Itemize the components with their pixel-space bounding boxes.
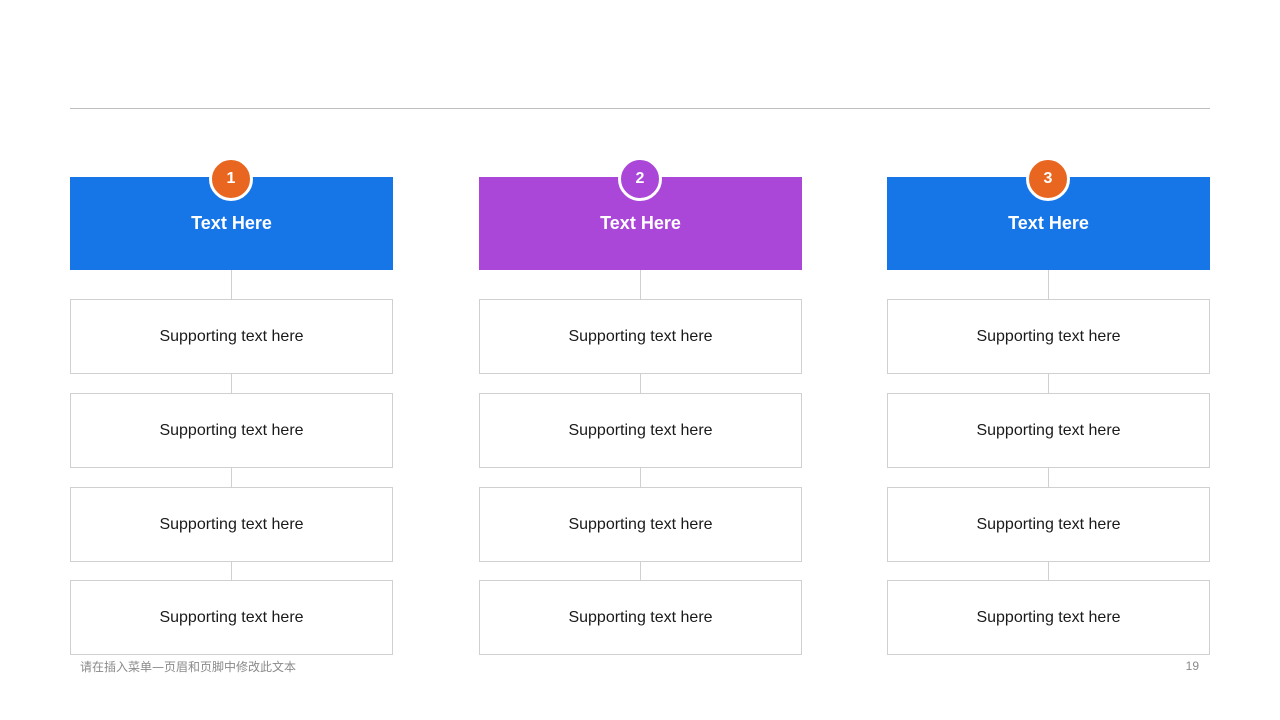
supporting-text-box: Supporting text here: [70, 487, 393, 562]
connector-line: [1048, 468, 1049, 487]
connector-line: [1048, 374, 1049, 393]
connector-line: [231, 374, 232, 393]
column-title: Text Here: [600, 213, 681, 233]
connector-line: [231, 562, 232, 580]
column-title: Text Here: [1008, 213, 1089, 233]
supporting-text-box: Supporting text here: [479, 393, 802, 468]
supporting-text-box: Supporting text here: [887, 580, 1210, 655]
connector-line: [1048, 562, 1049, 580]
supporting-text-box: Supporting text here: [70, 393, 393, 468]
supporting-text-box: Supporting text here: [479, 487, 802, 562]
column-title: Text Here: [191, 213, 272, 233]
connector-line: [640, 562, 641, 580]
supporting-text-box: Supporting text here: [479, 299, 802, 374]
connector-line: [640, 374, 641, 393]
number-badge: 1: [209, 157, 253, 201]
supporting-text-box: Supporting text here: [887, 393, 1210, 468]
page-number: 19: [1185, 659, 1199, 673]
supporting-text-box: Supporting text here: [70, 580, 393, 655]
number-badge: 2: [618, 157, 662, 201]
connector-line: [231, 270, 232, 300]
connector-line: [640, 468, 641, 487]
supporting-text-box: Supporting text here: [887, 487, 1210, 562]
connector-line: [1048, 270, 1049, 300]
connector-line: [231, 468, 232, 487]
supporting-text-box: Supporting text here: [479, 580, 802, 655]
supporting-text-box: Supporting text here: [887, 299, 1210, 374]
footer-text: 请在插入菜单—页眉和页脚中修改此文本: [80, 660, 297, 674]
connector-line: [640, 270, 641, 300]
number-badge: 3: [1026, 157, 1070, 201]
top-divider-line: [70, 108, 1210, 109]
supporting-text-box: Supporting text here: [70, 299, 393, 374]
